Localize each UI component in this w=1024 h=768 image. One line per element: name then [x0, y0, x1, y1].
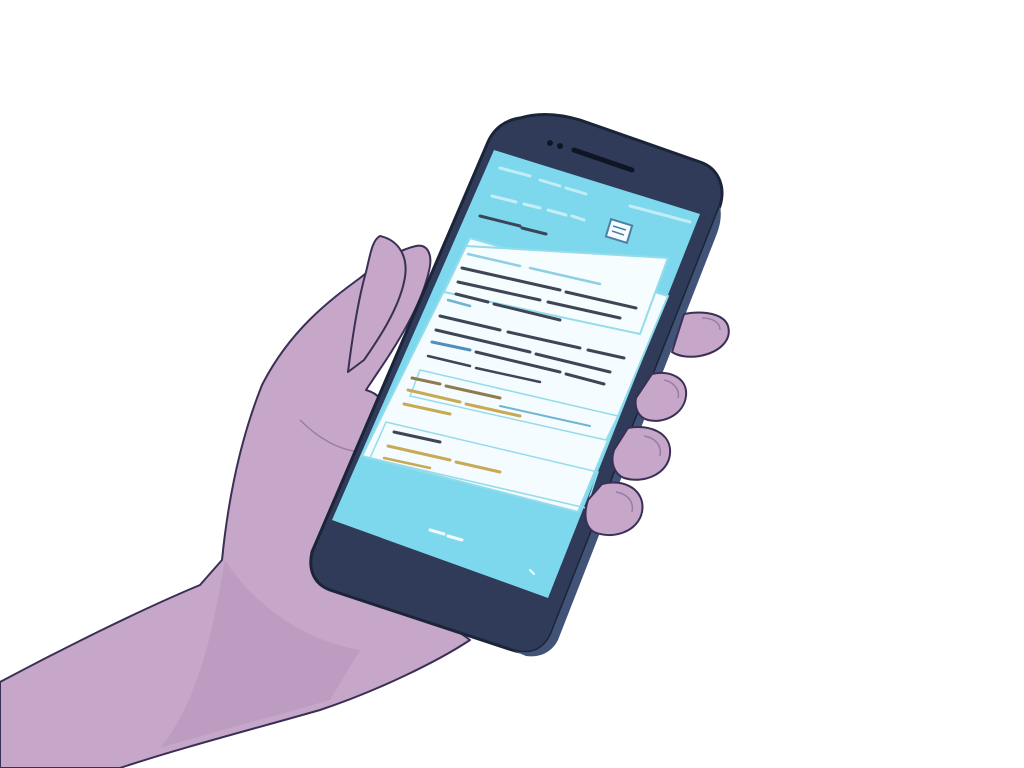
illustration-scene	[0, 112, 730, 768]
